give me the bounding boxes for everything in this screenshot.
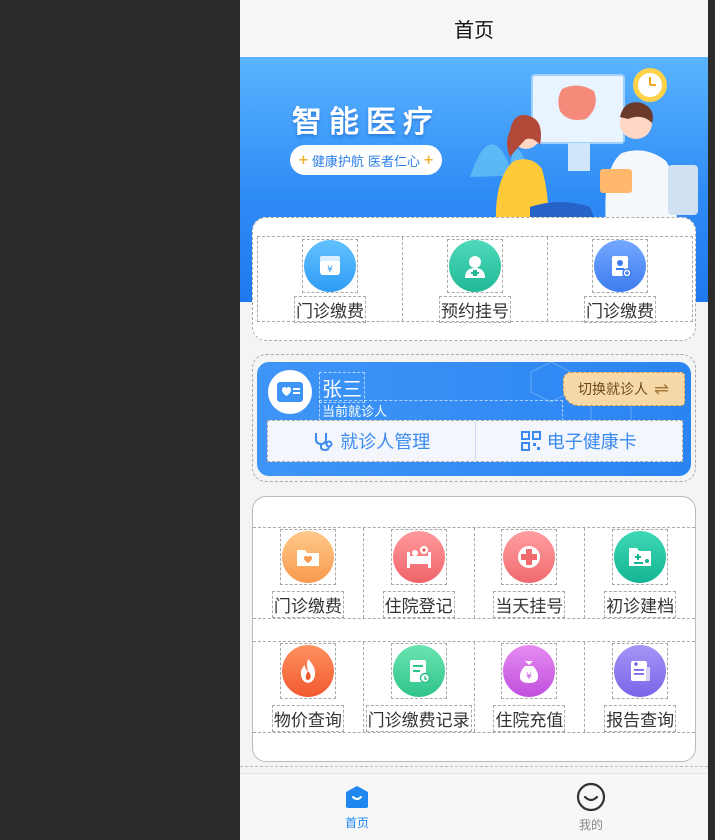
tab-mine[interactable]: 我的	[474, 774, 708, 840]
folder-heart-icon	[281, 531, 334, 583]
patient-file-icon	[614, 531, 667, 583]
icon-frame	[279, 643, 336, 699]
wallet-icon: ¥	[304, 240, 356, 292]
quick-action-label: 门诊缴费	[294, 296, 366, 323]
service-label: 当天挂号	[493, 591, 566, 618]
icon-frame	[612, 643, 669, 699]
services-card: 门诊缴费 住院登记 当天挂号 初诊建档 物价查询 门诊缴费记录 ¥ 住院充值 报…	[252, 496, 696, 762]
switch-patient-label: 切换就诊人	[578, 381, 648, 397]
services-row-2: 物价查询 门诊缴费记录 ¥ 住院充值 报告查询	[253, 641, 695, 733]
service-report-inquiry[interactable]: 报告查询	[585, 642, 695, 732]
service-label: 初诊建档	[604, 591, 677, 618]
nurse-icon	[449, 240, 501, 292]
icon-frame: ¥	[501, 643, 558, 699]
service-same-day-registration[interactable]: 当天挂号	[475, 528, 586, 618]
banner-slogan-text: 健康护航 医者仁心	[311, 154, 421, 170]
service-label: 报告查询	[604, 705, 677, 732]
tab-home[interactable]: 首页	[240, 774, 474, 840]
quick-actions-grid: ¥ 门诊缴费 预约挂号 门诊缴费	[257, 236, 693, 323]
patient-avatar	[268, 370, 312, 414]
flame-icon	[281, 645, 334, 697]
doctor-patient-illustration	[470, 68, 698, 227]
qr-code-icon	[520, 431, 541, 451]
patient-name: 张三	[319, 372, 365, 403]
service-label: 住院登记	[382, 591, 455, 618]
icon-frame	[447, 239, 503, 293]
service-first-visit-file[interactable]: 初诊建档	[585, 528, 695, 618]
tab-bar: 首页 我的	[240, 773, 708, 840]
quick-action-label: 门诊缴费	[584, 296, 656, 323]
banner-slogan: + 健康护航 医者仁心 +	[290, 145, 442, 175]
home-icon	[346, 785, 368, 808]
money-bag-icon: ¥	[503, 645, 556, 697]
icon-frame	[390, 643, 447, 699]
patient-subtitle: 当前就诊人	[319, 400, 563, 421]
tab-mine-label: 我的	[578, 817, 603, 832]
quick-action-outpatient-payment[interactable]: ¥ 门诊缴费	[258, 237, 403, 323]
quick-action-appointment[interactable]: 预约挂号	[403, 237, 548, 323]
icon-frame	[390, 529, 447, 585]
phone-screen: 首页 智能医疗 + 健康护航 医者仁心 + ¥ 门诊缴费 预约挂号 门诊缴费 张…	[240, 0, 708, 840]
health-card-icon	[277, 382, 303, 402]
plus-icon: +	[423, 152, 434, 168]
icon-frame	[612, 529, 669, 585]
report-icon	[614, 645, 667, 697]
patient-management-button[interactable]: 就诊人管理	[268, 421, 476, 461]
divider	[240, 766, 708, 767]
plus-icon: +	[298, 152, 309, 168]
patient-card-panel: 张三 当前就诊人 切换就诊人 ⇌ 就诊人管理 电子健康卡	[257, 362, 691, 476]
service-inpatient-recharge[interactable]: ¥ 住院充值	[475, 642, 586, 732]
quick-action-label: 预约挂号	[439, 296, 511, 323]
document-record-icon	[392, 645, 445, 697]
tab-home-label: 首页	[344, 815, 369, 830]
banner-title: 智能医疗	[292, 105, 440, 140]
quick-action-outpatient-payment-2[interactable]: 门诊缴费	[548, 237, 692, 323]
svg-text:¥: ¥	[327, 265, 333, 275]
service-label: 物价查询	[271, 705, 344, 732]
svg-text:¥: ¥	[527, 672, 533, 682]
patient-management-label: 就诊人管理	[340, 432, 431, 452]
page-title: 首页	[454, 18, 494, 42]
smile-icon	[576, 782, 606, 811]
icon-frame	[279, 529, 336, 585]
service-label: 门诊缴费记录	[365, 705, 472, 732]
service-label: 门诊缴费	[271, 591, 344, 618]
service-outpatient-payment-record[interactable]: 门诊缴费记录	[364, 642, 475, 732]
switch-patient-button[interactable]: 切换就诊人 ⇌	[563, 372, 685, 406]
service-outpatient-payment[interactable]: 门诊缴费	[253, 528, 364, 618]
patient-card: 张三 当前就诊人 切换就诊人 ⇌ 就诊人管理 电子健康卡	[252, 354, 696, 482]
hospital-bed-icon	[392, 531, 445, 583]
service-inpatient-registration[interactable]: 住院登记	[364, 528, 475, 618]
icon-frame	[592, 239, 648, 293]
quick-actions-card: ¥ 门诊缴费 预约挂号 门诊缴费	[252, 217, 696, 341]
patient-actions-bar: 就诊人管理 电子健康卡	[267, 420, 683, 462]
stethoscope-icon	[315, 433, 333, 452]
navigation-bar: 首页	[240, 0, 708, 57]
service-label: 住院充值	[493, 705, 566, 732]
service-price-inquiry[interactable]: 物价查询	[253, 642, 364, 732]
health-card-label: 电子健康卡	[546, 432, 637, 452]
medical-cross-icon	[503, 531, 556, 583]
icon-frame: ¥	[302, 239, 358, 293]
swap-arrows-icon: ⇌	[654, 378, 670, 399]
icon-frame	[501, 529, 558, 585]
health-card-button[interactable]: 电子健康卡	[476, 421, 683, 461]
id-card-icon	[594, 240, 646, 292]
services-row-1: 门诊缴费 住院登记 当天挂号 初诊建档	[253, 527, 695, 619]
